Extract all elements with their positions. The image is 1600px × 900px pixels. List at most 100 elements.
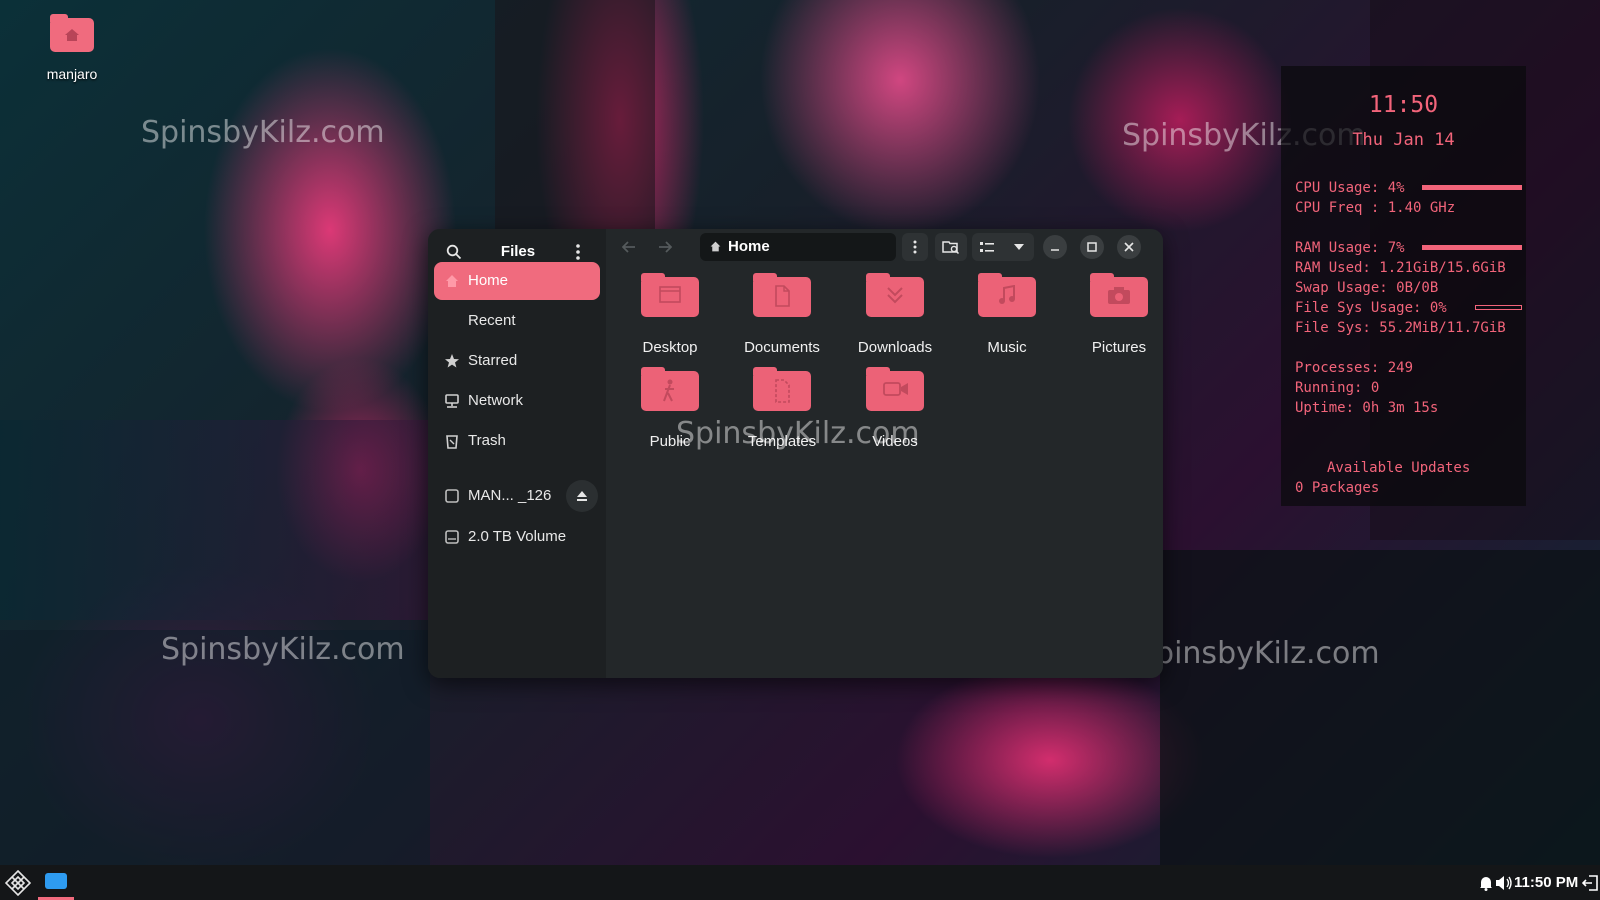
sidebar-item-label: Network [468, 392, 524, 409]
templates-folder-icon [753, 367, 811, 411]
maximize-button[interactable] [1080, 235, 1104, 259]
path-bar[interactable]: Home [700, 233, 896, 261]
desktop-folder-icon [641, 273, 699, 317]
cpu-freq: CPU Freq : 1.40 GHz [1295, 200, 1456, 216]
eject-button[interactable] [566, 480, 598, 512]
folder-label: Desktop [642, 339, 698, 356]
uptime: Uptime: 0h 3m 15s [1295, 400, 1439, 416]
star-icon [445, 354, 459, 368]
videos-folder-icon [866, 367, 924, 411]
fs-usage: File Sys Usage: 0% [1295, 300, 1447, 316]
back-button[interactable] [616, 234, 642, 260]
ram-used: RAM Used: 1.21GiB/15.6GiB [1295, 260, 1506, 276]
drive-icon [445, 530, 459, 544]
minimize-icon [1051, 249, 1059, 251]
sidebar-item-label: Recent [468, 312, 516, 329]
folder-label: Documents [744, 339, 820, 356]
folder-label: Music [987, 339, 1027, 356]
documents-folder-icon [753, 273, 811, 317]
list-view-button[interactable] [972, 233, 1002, 261]
search-icon [446, 244, 462, 260]
watermark: SpinsbyKilz.com [676, 416, 920, 451]
sidebar-item-network[interactable]: Network [434, 382, 600, 420]
kebab-menu-icon [913, 240, 917, 254]
sidebar-item-starred[interactable]: Starred [434, 342, 600, 380]
updates-title: Available Updates [1327, 460, 1471, 476]
watermark: SpinsbyKilz.com [1136, 636, 1380, 671]
network-icon [445, 394, 459, 408]
processes: Processes: 249 [1295, 360, 1414, 376]
home-icon [710, 241, 721, 252]
logout-button[interactable] [1582, 873, 1598, 893]
taskbar-files-app[interactable] [38, 865, 74, 900]
ram-usage: RAM Usage: 7% [1295, 240, 1405, 256]
fs-space: File Sys: 55.2MiB/11.7GiB [1295, 320, 1506, 336]
chevron-down-icon [1014, 244, 1024, 250]
folder-label: Downloads [857, 339, 933, 356]
forward-button[interactable] [652, 234, 678, 260]
taskbar: 11:50 PM [0, 865, 1600, 900]
wallpaper-shape [1160, 550, 1600, 865]
app-menu-icon [5, 869, 31, 896]
app-menu-button[interactable] [2, 867, 34, 898]
watermark: SpinsbyKilz.com [161, 632, 405, 667]
updates-count: 0 Packages [1295, 480, 1380, 496]
pictures-folder-icon [1090, 273, 1148, 317]
cpu-usage: CPU Usage: 4% [1295, 180, 1405, 196]
home-folder-icon [50, 14, 94, 52]
logout-icon [1582, 875, 1598, 891]
notifications-button[interactable] [1478, 873, 1494, 893]
desktop-icon-label: manjaro [46, 66, 98, 82]
drive-icon [445, 489, 459, 503]
sidebar-item-home[interactable]: Home [434, 262, 600, 300]
watermark: SpinsbyKilz.com [141, 115, 385, 150]
path-menu-button[interactable] [902, 233, 928, 261]
view-toggle-group [972, 233, 1034, 261]
taskbar-clock[interactable]: 11:50 PM [1514, 865, 1578, 900]
folder-documents[interactable]: Documents [727, 273, 837, 356]
maximize-icon [1087, 242, 1097, 252]
sidebar-item-label: 2.0 TB Volume [468, 528, 567, 545]
close-button[interactable] [1117, 235, 1141, 259]
volume-icon [1496, 876, 1512, 890]
music-folder-icon [978, 273, 1036, 317]
folder-search-icon [942, 241, 960, 255]
sidebar-item-label: Home [468, 272, 509, 289]
sidebar-device-usb[interactable]: MAN... _126 [434, 477, 600, 515]
kebab-menu-icon [576, 244, 580, 260]
sidebar-item-recent[interactable]: Recent [434, 302, 600, 340]
public-folder-icon [641, 367, 699, 411]
sidebar-item-trash[interactable]: Trash [434, 422, 600, 460]
folder-label: Pictures [1091, 339, 1147, 356]
wallpaper-shape [495, 0, 655, 230]
sidebar-item-label: Trash [468, 432, 506, 449]
folder-music[interactable]: Music [952, 273, 1062, 356]
volume-button[interactable] [1495, 873, 1513, 893]
path-current: Home [728, 238, 770, 255]
folder-desktop[interactable]: Desktop [615, 273, 725, 356]
fs-usage-bar [1475, 305, 1522, 310]
eject-icon [577, 491, 587, 501]
desktop-home-icon[interactable]: manjaro [36, 14, 108, 82]
header-bar: Home [606, 229, 1163, 275]
files-window: Files Home Recent Starred Network Trash … [428, 229, 1163, 678]
search-folder-button[interactable] [935, 233, 967, 261]
bell-icon [1480, 877, 1492, 891]
view-options-button[interactable] [1004, 233, 1034, 261]
home-icon [446, 275, 458, 287]
conky-date: Thu Jan 14 [1352, 130, 1455, 150]
list-view-icon [980, 242, 994, 252]
conky-time: 11:50 [1368, 92, 1439, 118]
arrow-right-icon [659, 241, 672, 253]
folder-pictures[interactable]: Pictures [1064, 273, 1163, 356]
downloads-folder-icon [866, 273, 924, 317]
swap-usage: Swap Usage: 0B/0B [1295, 280, 1439, 296]
sidebar-device-volume[interactable]: 2.0 TB Volume [434, 518, 600, 556]
arrow-left-icon [622, 241, 635, 253]
files-sidebar: Files Home Recent Starred Network Trash … [428, 229, 606, 678]
minimize-button[interactable] [1043, 235, 1067, 259]
cpu-usage-bar [1422, 185, 1522, 190]
files-app-icon [45, 873, 67, 889]
sidebar-item-label: MAN... _126 [468, 487, 552, 504]
folder-downloads[interactable]: Downloads [840, 273, 950, 356]
